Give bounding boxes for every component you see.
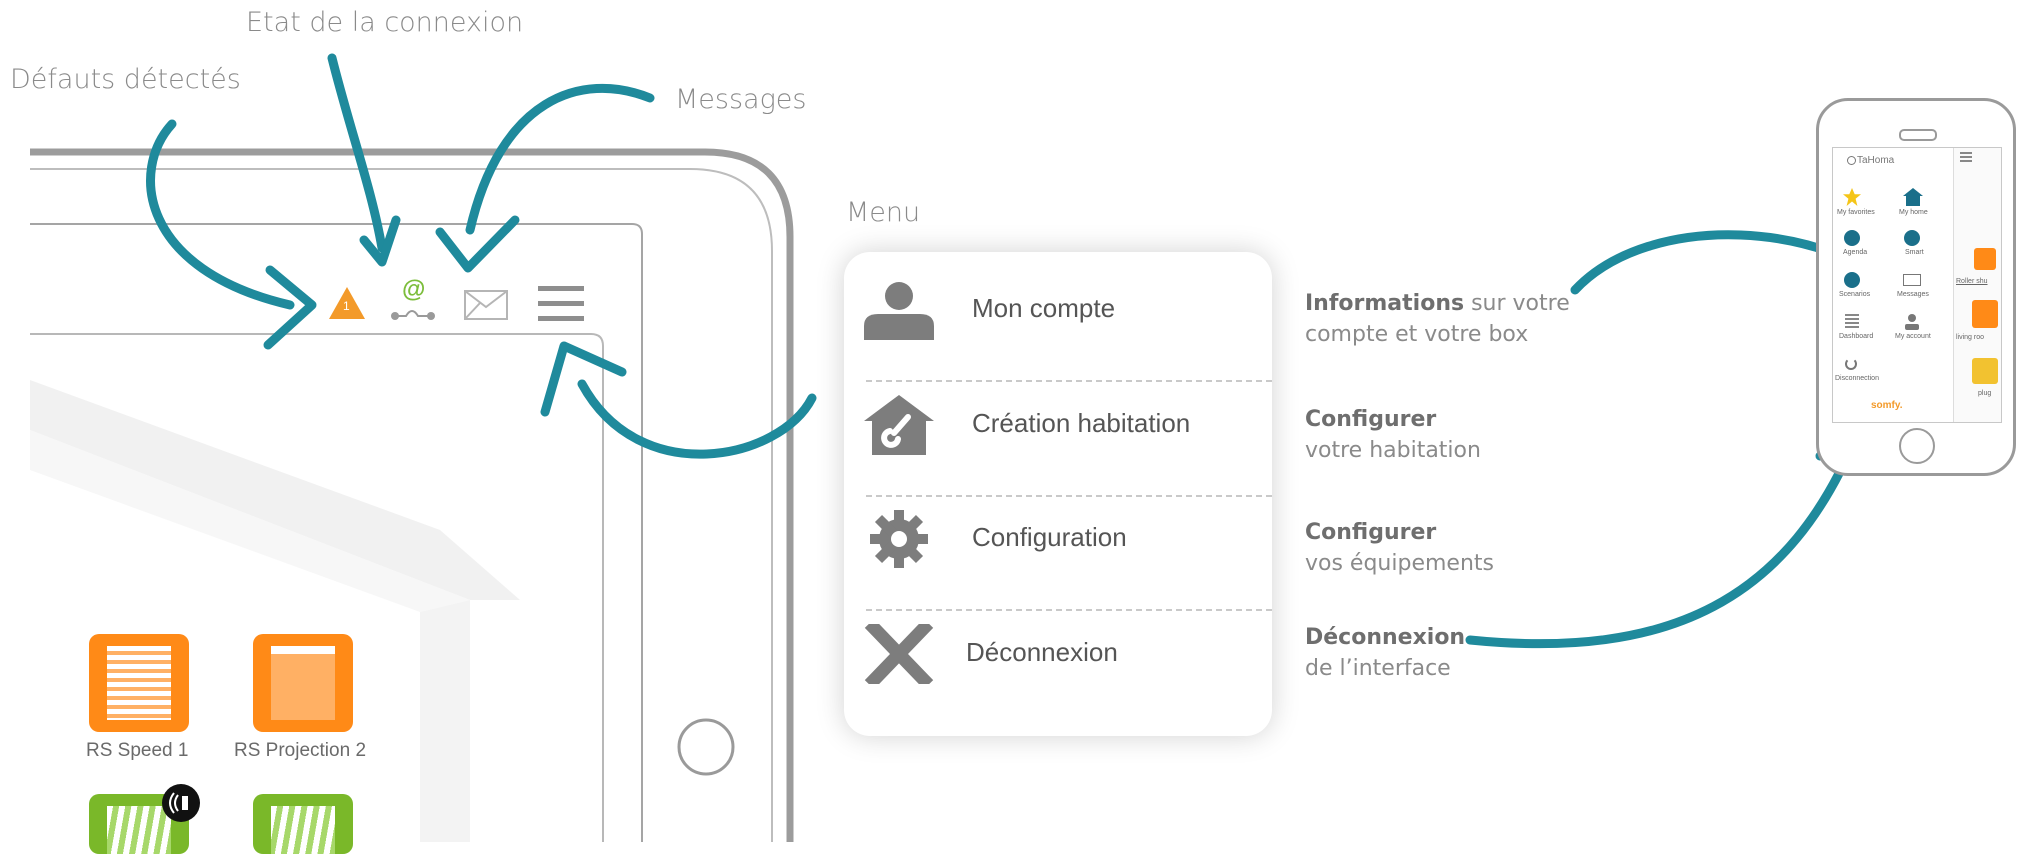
phone-plug-tile: [1972, 358, 1998, 384]
rs-speed-tile[interactable]: [89, 634, 189, 732]
menu-item-label: Configuration: [972, 522, 1127, 552]
description-bold: Configurer: [1305, 520, 1437, 545]
pergola-icon: [271, 806, 335, 854]
description-equipment: Configurer vos équipements: [1305, 517, 1494, 579]
arrow-disconnect: [1465, 427, 1863, 649]
description-line2: votre habitation: [1305, 438, 1481, 463]
phone-menu-label: Dashboard: [1839, 333, 1874, 340]
somfy-logo: somfy.: [1871, 400, 1903, 411]
gear-icon: [870, 510, 928, 568]
at-symbol: @: [402, 276, 426, 303]
phone-menu-label: My home: [1899, 209, 1928, 216]
phone-side-panel: Roller shu living roo plug: [1953, 148, 2001, 422]
description-bold: Configurer: [1305, 407, 1437, 432]
phone-screen: Roller shu living roo plug TaHoma My fav…: [1832, 147, 2002, 423]
phone-menu-label: Scenarios: [1839, 291, 1871, 298]
faults-alert-icon[interactable]: 1: [328, 286, 366, 320]
description-bold: Déconnexion: [1305, 625, 1466, 650]
phone-side-label: plug: [1978, 390, 1992, 397]
description-house: Configurer votre habitation: [1305, 404, 1481, 466]
app-content-area: [30, 333, 604, 842]
phone-home-button[interactable]: [1899, 428, 1935, 464]
tile-label: RS Projection 2: [234, 740, 367, 761]
phone-speaker: [1899, 129, 1937, 141]
green-device-tile-2[interactable]: [253, 794, 353, 854]
user-icon: [864, 282, 934, 340]
description-line2: vos équipements: [1305, 551, 1494, 576]
description-account: Informations sur votre compte et votre b…: [1305, 288, 1570, 350]
menu-item-house-creation[interactable]: Création habitation: [844, 367, 1272, 480]
description-line2: compte et votre box: [1305, 322, 1529, 347]
phone-agenda-icon[interactable]: [1844, 230, 1860, 246]
description-rest: sur votre: [1464, 291, 1570, 316]
messages-envelope-icon[interactable]: [464, 290, 508, 320]
phone-menu-label: My favorites: [1837, 209, 1875, 216]
menu-item-label: Déconnexion: [966, 637, 1118, 667]
phone-side-label: living roo: [1956, 334, 1985, 341]
menu-item-configuration[interactable]: Configuration: [844, 481, 1272, 594]
menu-item-account[interactable]: Mon compte: [844, 252, 1272, 365]
description-logout: Déconnexion de l’interface: [1305, 622, 1465, 684]
phone-power-icon[interactable]: [1845, 358, 1857, 370]
rs-projection-tile[interactable]: [253, 634, 353, 732]
tablet-home-button: [677, 718, 735, 776]
tahoma-logo-icon: [1847, 156, 1856, 165]
phone-dashboard-icon[interactable]: [1845, 314, 1859, 330]
phone-menu-label: My account: [1895, 333, 1931, 340]
arrow-messages-head: [435, 215, 520, 273]
awning-icon: [271, 646, 335, 720]
phone-menu-label: Agenda: [1843, 249, 1868, 256]
sensor-badge-icon: [162, 784, 200, 822]
tile-label: RS Speed 1: [86, 740, 189, 761]
messages-annotation: Messages: [675, 84, 807, 115]
menu-item-label: Création habitation: [972, 408, 1191, 438]
menu-panel: Mon compte Création habitation Configura…: [844, 252, 1272, 736]
house-wrench-icon: [864, 395, 934, 455]
phone-device: Roller shu living roo plug TaHoma My fav…: [1816, 98, 2016, 476]
phone-app-title: TaHoma: [1857, 155, 1895, 166]
phone-home-icon[interactable]: [1903, 188, 1923, 206]
description-line2: de l’interface: [1305, 656, 1451, 681]
phone-messages-icon[interactable]: [1903, 274, 1921, 286]
blind-icon: [107, 646, 171, 720]
phone-blind-tile: [1974, 248, 1996, 270]
arrow-menu: [577, 379, 817, 459]
menu-item-label: Mon compte: [972, 293, 1116, 323]
phone-menu-label: Disconnection: [1835, 375, 1879, 382]
arrow-menu-head: [540, 341, 627, 417]
phone-hamburger-icon: [1960, 152, 1972, 154]
connection-annotation: Etat de la connexion: [246, 7, 524, 38]
wall-side: [420, 600, 470, 842]
phone-account-icon[interactable]: [1905, 314, 1919, 330]
menu-annotation: Menu: [846, 197, 921, 228]
close-icon: [864, 624, 934, 684]
phone-smart-icon[interactable]: [1904, 230, 1920, 246]
faults-annotation: Défauts détectés: [10, 64, 241, 95]
menu-item-logout[interactable]: Déconnexion: [844, 596, 1272, 709]
phone-menu-label: Messages: [1897, 291, 1929, 298]
phone-menu-label: Smart: [1905, 249, 1924, 256]
hamburger-menu-icon[interactable]: [538, 286, 584, 322]
connection-status-icon[interactable]: @: [390, 276, 436, 322]
arrow-messages: [465, 83, 655, 235]
phone-scenarios-icon[interactable]: [1844, 272, 1860, 288]
description-bold: Informations: [1305, 291, 1465, 316]
phone-side-label: Roller shu: [1956, 278, 1988, 285]
alert-count: 1: [343, 299, 350, 313]
phone-living-tile: [1972, 300, 1998, 328]
phone-star-icon[interactable]: [1843, 188, 1861, 206]
